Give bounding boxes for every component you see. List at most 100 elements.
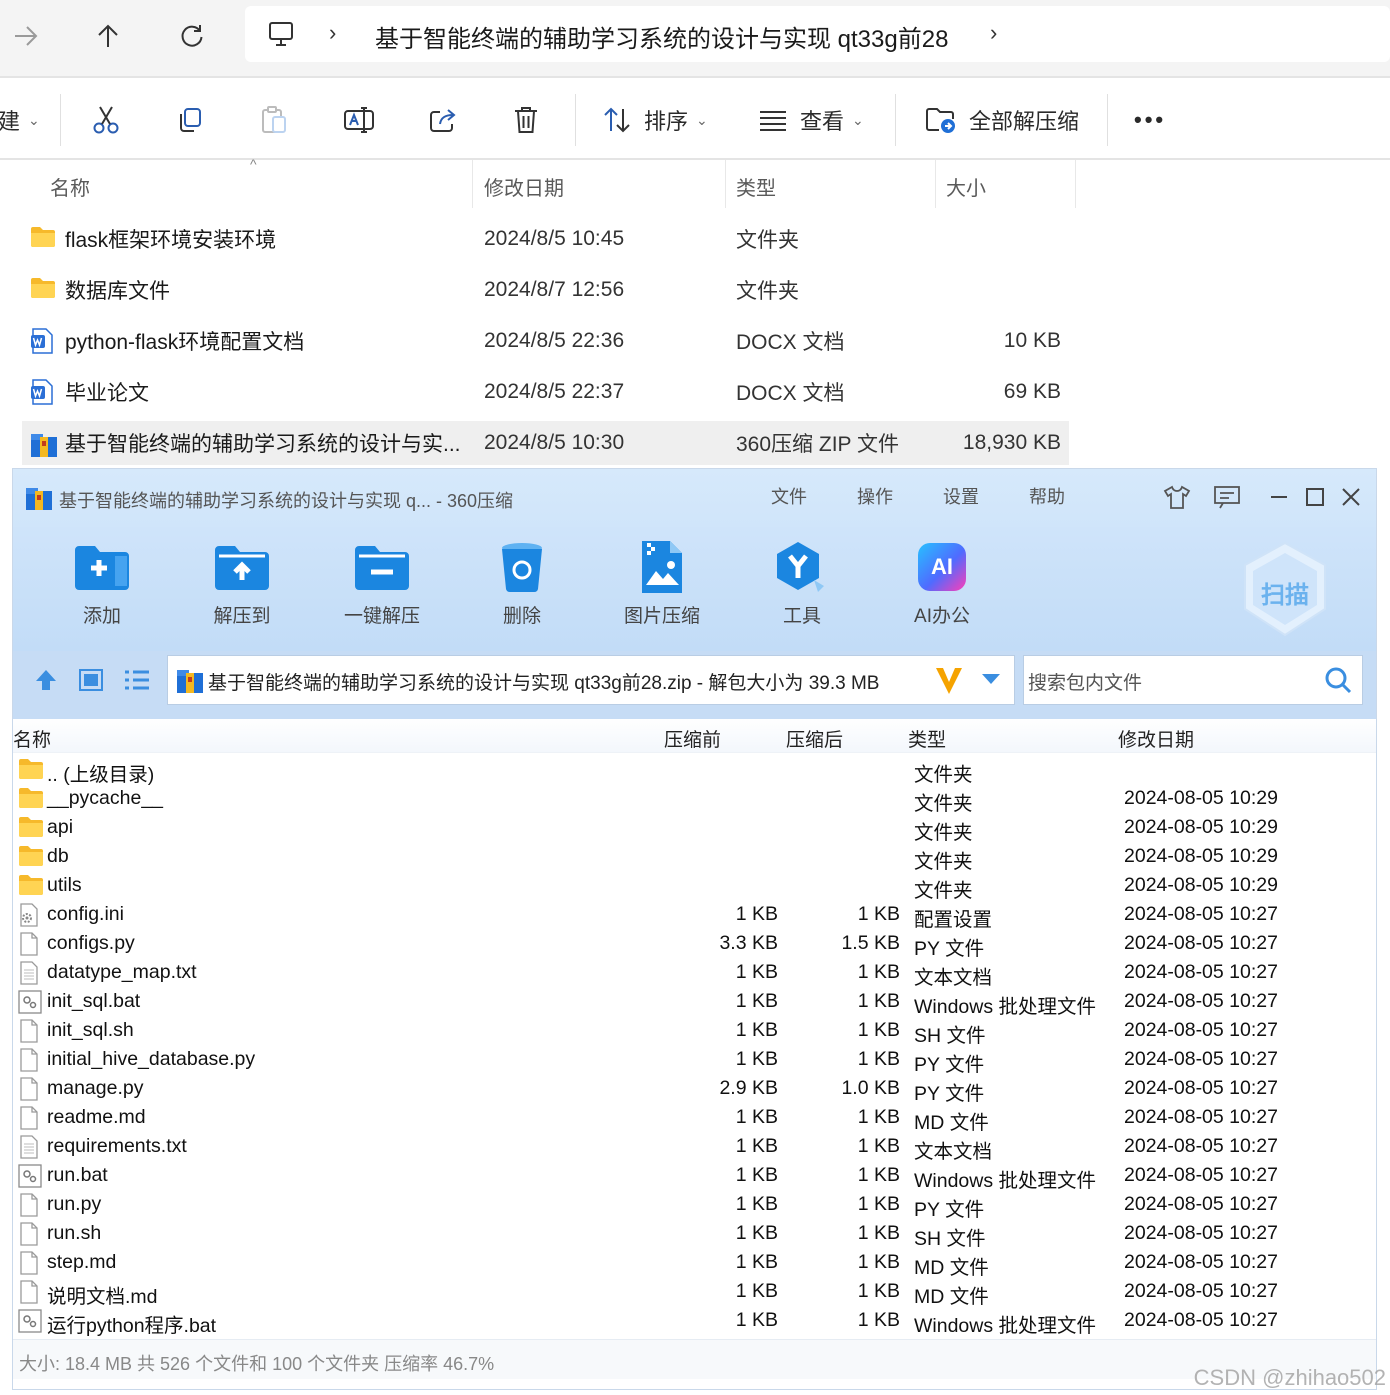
extract-all-button[interactable]: 全部解压缩: [925, 100, 1079, 140]
archive-status-bar: 大小: 18.4 MB 共 526 个文件和 100 个文件夹 压缩率 46.7…: [13, 1339, 1376, 1379]
address-bar[interactable]: › 基于智能终端的辅助学习系统的设计与实现 qt33g前28 ›: [245, 6, 1390, 62]
archive-size-before: 1 KB: [735, 1309, 778, 1331]
archive-row[interactable]: readme.md 1 KB 1 KB MD 文件 2024-08-05 10:27: [13, 1103, 1376, 1134]
archive-file-type: 文本文档: [914, 967, 993, 989]
thumbnail-view-icon[interactable]: [79, 669, 103, 696]
tools-icon: [772, 539, 832, 595]
explorer-nav-bar: › 基于智能终端的辅助学习系统的设计与实现 qt33g前28 ›: [0, 0, 1390, 78]
archive-size-before: 1 KB: [735, 961, 778, 983]
ai-office-label: AI办公: [914, 606, 970, 627]
archive-row[interactable]: init_sql.sh 1 KB 1 KB SH 文件 2024-08-05 10:27: [13, 1016, 1376, 1047]
archive-file-name: __pycache__: [47, 787, 164, 809]
archive-path-box[interactable]: 基于智能终端的辅助学习系统的设计与实现 qt33g前28.zip - 解包大小为…: [167, 655, 1015, 705]
column-size-before[interactable]: 压缩前: [664, 725, 721, 752]
menu-file[interactable]: 文件: [771, 483, 807, 509]
archive-file-type: PY 文件: [914, 1083, 985, 1105]
view-button[interactable]: 查看 ⌄: [758, 100, 864, 140]
column-type[interactable]: 类型: [908, 725, 946, 752]
column-size[interactable]: 大小: [946, 172, 986, 201]
column-date[interactable]: 修改日期: [1118, 725, 1194, 752]
breadcrumb-current-folder[interactable]: 基于智能终端的辅助学习系统的设计与实现 qt33g前28: [375, 19, 948, 54]
breadcrumb-chevron-icon[interactable]: ›: [990, 20, 997, 46]
ai-office-button[interactable]: AI AI办公: [887, 539, 997, 628]
archive-row[interactable]: 说明文档.md 1 KB 1 KB MD 文件 2024-08-05 10:27: [13, 1277, 1376, 1308]
archive-row[interactable]: 运行python程序.bat 1 KB 1 KB Windows 批处理文件 2024-…: [13, 1306, 1376, 1337]
menu-settings[interactable]: 设置: [943, 483, 979, 509]
scissors-icon: [92, 105, 120, 135]
one-click-extract-button[interactable]: 一键解压: [327, 539, 437, 628]
refresh-icon[interactable]: [172, 16, 212, 56]
forward-arrow-icon[interactable]: [6, 16, 46, 56]
sort-button[interactable]: 排序 ⌄: [602, 100, 708, 140]
add-button[interactable]: 添加: [47, 539, 157, 628]
archive-row[interactable]: configs.py 3.3 KB 1.5 KB PY 文件 2024-08-05 10…: [13, 929, 1376, 960]
archive-search-input[interactable]: 搜索包内文件: [1023, 655, 1363, 705]
archive-file-date: 2024-08-05 10:27: [1124, 1222, 1278, 1244]
extract-to-button[interactable]: 解压到: [187, 539, 297, 628]
dropdown-arrow-icon[interactable]: [980, 672, 1002, 691]
file-row[interactable]: 数据库文件 2024/8/7 12:56 文件夹: [22, 268, 1069, 312]
maximize-icon[interactable]: [1297, 481, 1333, 513]
file-row[interactable]: 基于智能终端的辅助学习系统的设计与实... 2024/8/5 10:30 360压缩…: [22, 421, 1069, 465]
archive-row[interactable]: config.ini 1 KB 1 KB 配置设置 2024-08-05 10:27: [13, 900, 1376, 931]
close-icon[interactable]: [1333, 481, 1369, 513]
archive-row[interactable]: init_sql.bat 1 KB 1 KB Windows 批处理文件 2024-08…: [13, 987, 1376, 1018]
archive-file-name: api: [47, 816, 74, 838]
archive-row[interactable]: run.sh 1 KB 1 KB SH 文件 2024-08-05 10:27: [13, 1219, 1376, 1250]
list-view-icon[interactable]: [123, 669, 151, 696]
breadcrumb-separator-icon: ›: [329, 20, 337, 45]
column-size-after[interactable]: 压缩后: [786, 725, 843, 752]
archive-row[interactable]: manage.py 2.9 KB 1.0 KB PY 文件 2024-08-05 10:…: [13, 1074, 1376, 1105]
archive-window-title: 基于智能终端的辅助学习系统的设计与实现 q... - 360压缩: [59, 491, 514, 511]
file-row[interactable]: 毕业论文 2024/8/5 22:37 DOCX 文档 69 KB: [22, 370, 1069, 414]
archive-file-type: PY 文件: [914, 1199, 985, 1221]
archive-row[interactable]: requirements.txt 1 KB 1 KB 文本文档 2024-08-05 1…: [13, 1132, 1376, 1163]
archive-file-date: 2024-08-05 10:27: [1124, 1309, 1278, 1331]
copy-button[interactable]: [176, 100, 204, 140]
more-options-button[interactable]: •••: [1134, 100, 1166, 140]
archive-row[interactable]: __pycache__ 文件夹 2024-08-05 10:29: [13, 784, 1376, 815]
up-arrow-icon[interactable]: [88, 16, 128, 56]
archive-row[interactable]: step.md 1 KB 1 KB MD 文件 2024-08-05 10:27: [13, 1248, 1376, 1279]
tools-button[interactable]: 工具: [747, 539, 857, 628]
archive-window: 基于智能终端的辅助学习系统的设计与实现 q... - 360压缩 文件 操作 设…: [12, 468, 1377, 1390]
column-type[interactable]: 类型: [736, 172, 776, 201]
up-level-arrow-icon[interactable]: [33, 667, 59, 698]
column-date[interactable]: 修改日期: [484, 172, 564, 201]
v-logo-icon[interactable]: [934, 664, 964, 701]
menu-help[interactable]: 帮助: [1029, 483, 1065, 509]
archive-row[interactable]: initial_hive_database.py 1 KB 1 KB PY 文件 202…: [13, 1045, 1376, 1076]
search-placeholder: 搜索包内文件: [1028, 673, 1143, 694]
scan-button[interactable]: 扫描: [1240, 541, 1330, 637]
archive-row[interactable]: .. (上级目录) 文件夹: [13, 755, 1376, 786]
paste-button[interactable]: [260, 100, 288, 140]
archive-size-before: 1 KB: [735, 1048, 778, 1070]
archive-file-name: step.md: [47, 1251, 117, 1273]
archive-row[interactable]: utils 文件夹 2024-08-05 10:29: [13, 871, 1376, 902]
new-button[interactable]: 建 ⌄: [0, 100, 40, 140]
file-type: 360压缩 ZIP 文件: [736, 433, 899, 456]
share-button[interactable]: [428, 100, 458, 140]
feedback-icon[interactable]: [1209, 481, 1245, 513]
file-row[interactable]: python-flask环境配置文档 2024/8/5 22:36 DOCX 文档 1…: [22, 319, 1069, 363]
column-name[interactable]: 名称: [13, 725, 51, 752]
cut-button[interactable]: [92, 100, 120, 140]
archive-file-date: 2024-08-05 10:27: [1124, 1135, 1278, 1157]
rename-button[interactable]: [343, 100, 375, 140]
delete-button[interactable]: [512, 100, 540, 140]
archive-row[interactable]: run.py 1 KB 1 KB PY 文件 2024-08-05 10:27: [13, 1190, 1376, 1221]
skin-shirt-icon[interactable]: [1159, 481, 1195, 513]
column-name[interactable]: 名称: [50, 172, 90, 201]
menu-operations[interactable]: 操作: [857, 483, 893, 509]
image-compress-button[interactable]: 图片压缩: [607, 539, 717, 628]
search-icon[interactable]: [1324, 666, 1352, 699]
archive-row[interactable]: datatype_map.txt 1 KB 1 KB 文本文档 2024-08-05 1…: [13, 958, 1376, 989]
file-row[interactable]: flask框架环境安装环境 2024/8/5 10:45 文件夹: [22, 217, 1069, 261]
delete-archive-button[interactable]: 删除: [467, 539, 577, 628]
archive-row[interactable]: run.bat 1 KB 1 KB Windows 批处理文件 2024-08-05 1…: [13, 1161, 1376, 1192]
archive-row[interactable]: db 文件夹 2024-08-05 10:29: [13, 842, 1376, 873]
minimize-icon[interactable]: [1261, 481, 1297, 513]
one-click-extract-icon: [352, 539, 412, 595]
archive-row[interactable]: api 文件夹 2024-08-05 10:29: [13, 813, 1376, 844]
archive-toolbar: 添加 解压到 一键解压 删除 图片压缩 工具 AI AI办公: [13, 527, 1376, 651]
